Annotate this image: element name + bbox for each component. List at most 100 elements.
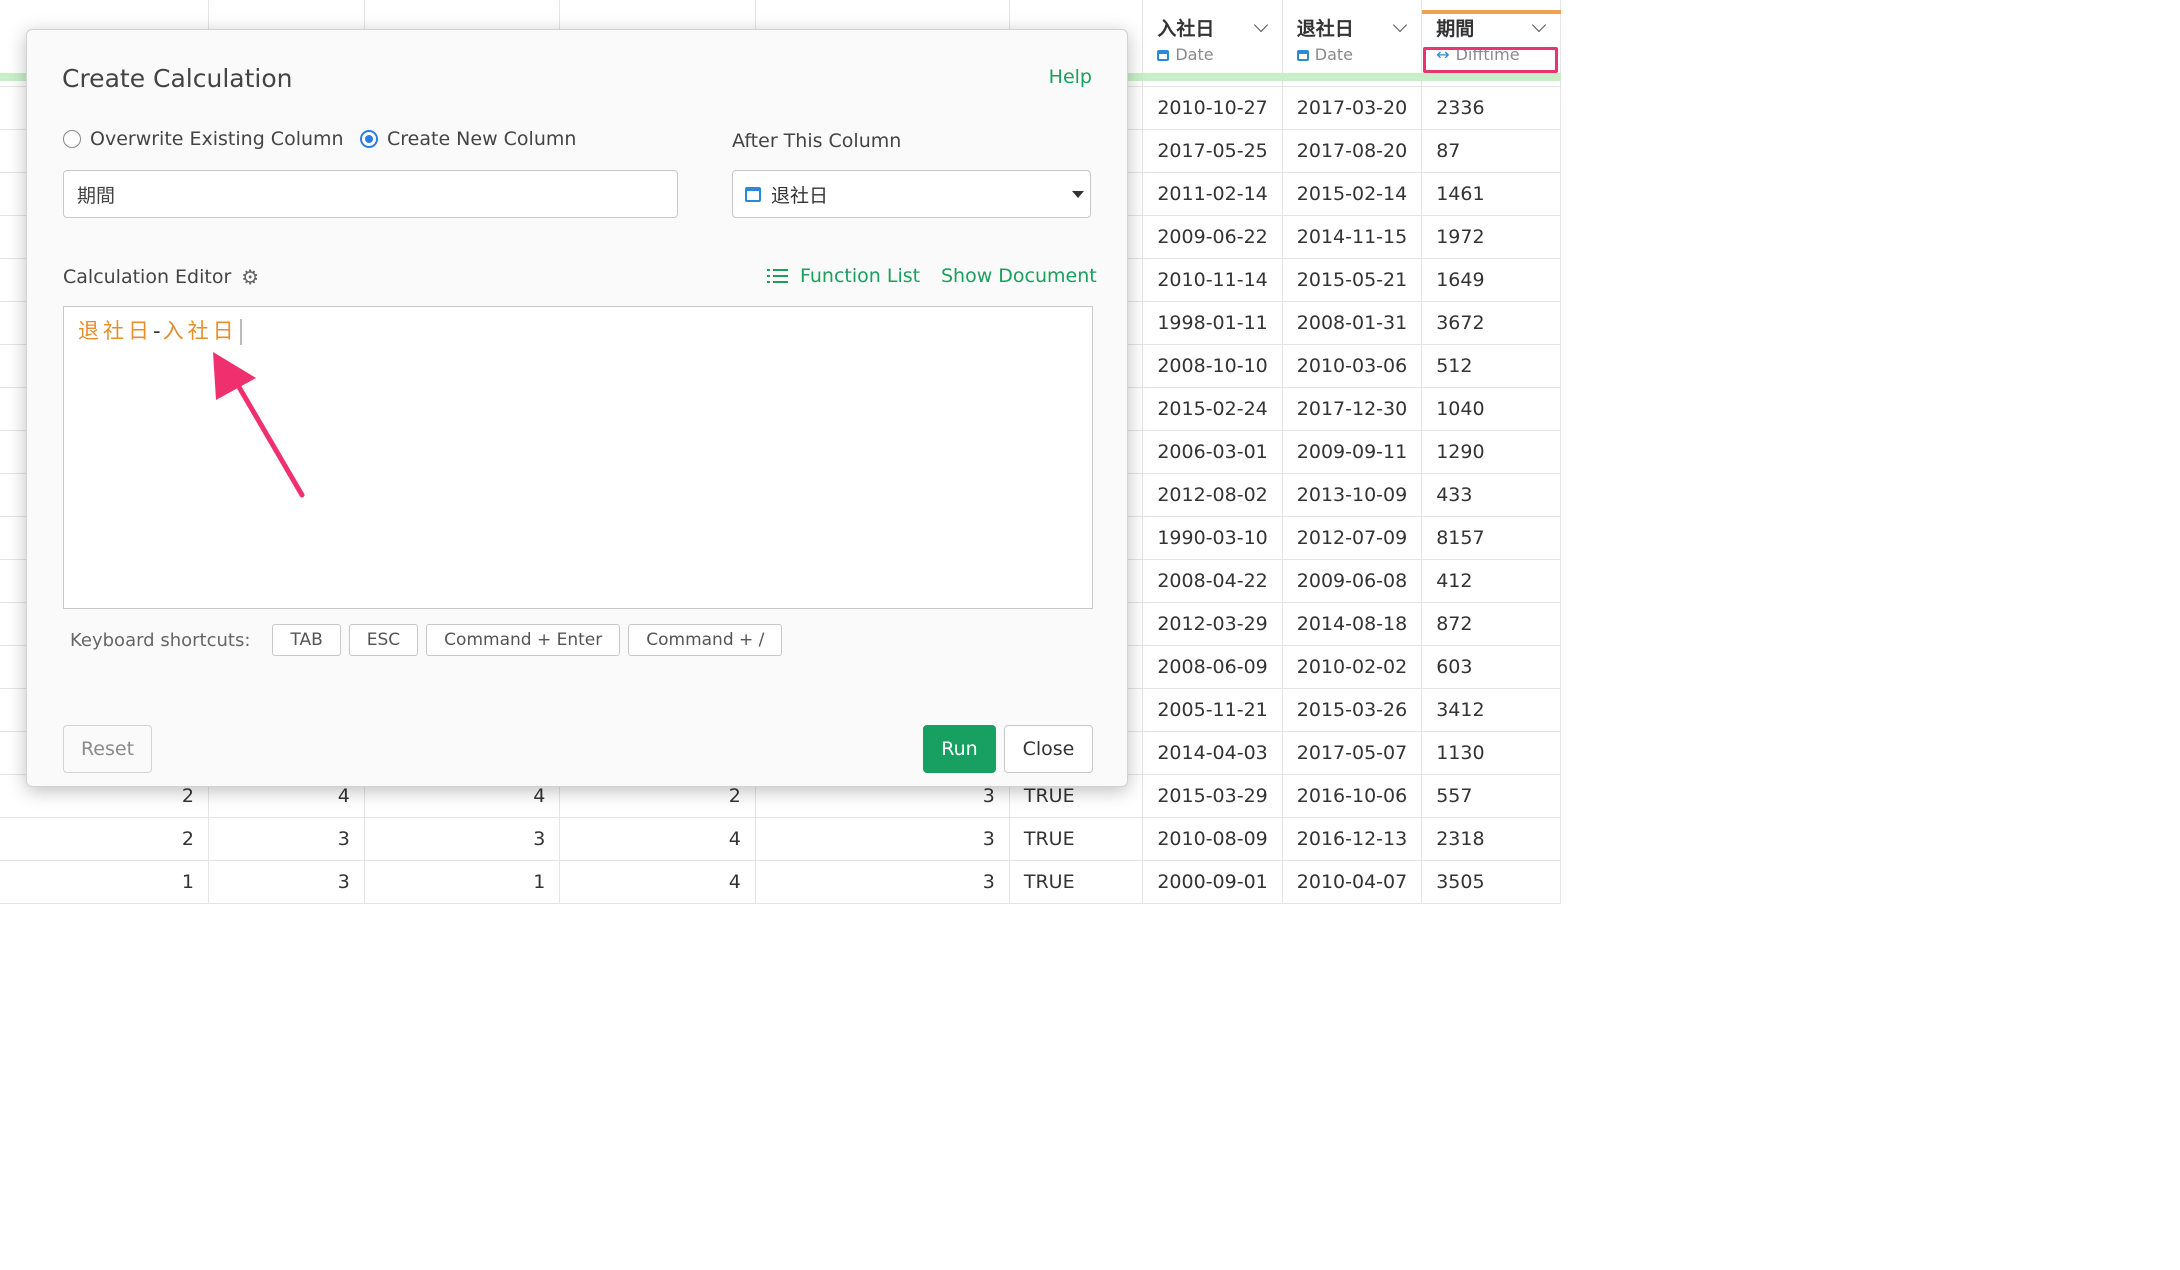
table-cell[interactable]: 412 <box>1421 559 1561 603</box>
table-cell[interactable]: 4 <box>559 817 756 861</box>
table-cell[interactable]: 2017-03-20 <box>1282 86 1423 130</box>
table-cell[interactable]: 2015-05-21 <box>1282 258 1423 302</box>
table-cell[interactable]: 3 <box>364 817 561 861</box>
table-cell[interactable]: 2015-02-24 <box>1142 387 1283 431</box>
table-cell[interactable]: 2009-09-11 <box>1282 430 1423 474</box>
column-header-name: 期間 <box>1436 18 1475 40</box>
table-cell[interactable]: 2015-03-29 <box>1142 774 1283 818</box>
after-column-select[interactable]: 退社日 <box>732 170 1091 218</box>
table-cell[interactable]: 2017-12-30 <box>1282 387 1423 431</box>
table-cell[interactable]: 3 <box>755 860 1010 904</box>
column-type-label: Date <box>1314 45 1354 64</box>
table-cell[interactable]: 3 <box>755 817 1010 861</box>
column-header-name: 退社日 <box>1296 18 1354 40</box>
table-cell[interactable]: 1 <box>0 860 209 904</box>
shortcuts-label: Keyboard shortcuts: <box>70 629 251 651</box>
table-cell[interactable]: 8157 <box>1421 516 1561 560</box>
create-radio[interactable] <box>360 130 378 148</box>
shortcut-tab: TAB <box>272 624 341 656</box>
table-cell[interactable]: 2336 <box>1421 86 1561 130</box>
table-cell[interactable]: 1972 <box>1421 215 1561 259</box>
table-cell[interactable]: 2009-06-08 <box>1282 559 1423 603</box>
table-cell[interactable]: 1998-01-11 <box>1142 301 1283 345</box>
table-cell[interactable]: 512 <box>1421 344 1561 388</box>
table-cell[interactable]: 2010-03-06 <box>1282 344 1423 388</box>
table-cell[interactable]: 2008-06-09 <box>1142 645 1283 689</box>
table-cell[interactable]: 4 <box>559 860 756 904</box>
table-cell[interactable]: 2008-04-22 <box>1142 559 1283 603</box>
shortcut-command-enter: Command + Enter <box>426 624 621 656</box>
table-cell[interactable]: 2005-11-21 <box>1142 688 1283 732</box>
list-icon <box>767 268 788 284</box>
chevron-down-icon[interactable] <box>1532 21 1546 35</box>
calculation-editor[interactable]: 退社日-入社日 <box>63 306 1093 609</box>
calendar-icon <box>1296 50 1309 61</box>
create-column-option[interactable]: Create New Column <box>360 128 576 150</box>
table-cell[interactable]: 2000-09-01 <box>1142 860 1283 904</box>
table-cell[interactable]: 3 <box>208 860 365 904</box>
table-cell[interactable]: 3 <box>208 817 365 861</box>
table-cell[interactable]: 2010-08-09 <box>1142 817 1283 861</box>
table-cell[interactable]: 2017-05-25 <box>1142 129 1283 173</box>
table-cell[interactable]: 3412 <box>1421 688 1561 732</box>
table-cell[interactable]: 1649 <box>1421 258 1561 302</box>
table-cell[interactable]: 2014-08-18 <box>1282 602 1423 646</box>
gear-icon[interactable]: ⚙ <box>241 265 259 289</box>
help-link[interactable]: Help <box>1049 66 1092 88</box>
chevron-down-icon[interactable] <box>1254 21 1268 35</box>
table-cell[interactable]: 2318 <box>1421 817 1561 861</box>
table-cell[interactable]: 2016-10-06 <box>1282 774 1423 818</box>
table-cell[interactable]: 1130 <box>1421 731 1561 775</box>
table-cell[interactable]: TRUE <box>1009 860 1144 904</box>
chevron-down-icon[interactable] <box>1393 21 1407 35</box>
create-radio-label: Create New Column <box>387 128 577 150</box>
table-cell[interactable]: 2016-12-13 <box>1282 817 1423 861</box>
table-cell[interactable]: 2009-06-22 <box>1142 215 1283 259</box>
table-cell[interactable]: 2008-01-31 <box>1282 301 1423 345</box>
function-list-button[interactable]: Function List <box>767 265 920 287</box>
table-cell[interactable]: 1461 <box>1421 172 1561 216</box>
formula-column-right: 入社日 <box>162 319 238 343</box>
table-cell[interactable]: 2012-07-09 <box>1282 516 1423 560</box>
table-cell[interactable]: 2010-10-27 <box>1142 86 1283 130</box>
table-row: 1 3 1 4 3 TRUE 2000-09-01 2010-04-07 3505 <box>0 860 1561 904</box>
table-cell[interactable]: 557 <box>1421 774 1561 818</box>
calendar-icon <box>1157 50 1170 61</box>
table-cell[interactable]: 2017-08-20 <box>1282 129 1423 173</box>
overwrite-column-option[interactable]: Overwrite Existing Column <box>63 128 344 150</box>
table-cell[interactable]: 2010-11-14 <box>1142 258 1283 302</box>
table-cell[interactable]: 2014-11-15 <box>1282 215 1423 259</box>
table-cell[interactable]: TRUE <box>1009 817 1144 861</box>
table-cell[interactable]: 2017-05-07 <box>1282 731 1423 775</box>
close-button[interactable]: Close <box>1004 725 1093 773</box>
overwrite-radio[interactable] <box>63 130 81 148</box>
table-cell[interactable]: 1 <box>364 860 561 904</box>
table-cell[interactable]: 2015-02-14 <box>1282 172 1423 216</box>
table-cell[interactable]: 3505 <box>1421 860 1561 904</box>
table-cell[interactable]: 433 <box>1421 473 1561 517</box>
table-cell[interactable]: 2015-03-26 <box>1282 688 1423 732</box>
reset-button[interactable]: Reset <box>63 725 152 773</box>
table-cell[interactable]: 2010-02-02 <box>1282 645 1423 689</box>
new-column-name-input[interactable] <box>63 170 678 218</box>
table-cell[interactable]: 872 <box>1421 602 1561 646</box>
table-cell[interactable]: 2011-02-14 <box>1142 172 1283 216</box>
table-cell[interactable]: 2006-03-01 <box>1142 430 1283 474</box>
run-button[interactable]: Run <box>923 725 996 773</box>
table-cell[interactable]: 3672 <box>1421 301 1561 345</box>
shortcut-esc: ESC <box>348 624 419 656</box>
table-cell[interactable]: 2012-08-02 <box>1142 473 1283 517</box>
table-cell[interactable]: 87 <box>1421 129 1561 173</box>
table-cell[interactable]: 2008-10-10 <box>1142 344 1283 388</box>
table-cell[interactable]: 1040 <box>1421 387 1561 431</box>
table-cell[interactable]: 603 <box>1421 645 1561 689</box>
after-column-label: After This Column <box>732 130 902 152</box>
table-cell[interactable]: 1290 <box>1421 430 1561 474</box>
table-cell[interactable]: 2014-04-03 <box>1142 731 1283 775</box>
table-cell[interactable]: 2012-03-29 <box>1142 602 1283 646</box>
table-cell[interactable]: 2010-04-07 <box>1282 860 1423 904</box>
table-cell[interactable]: 2013-10-09 <box>1282 473 1423 517</box>
table-cell[interactable]: 1990-03-10 <box>1142 516 1283 560</box>
show-document-link[interactable]: Show Document <box>941 265 1097 287</box>
table-cell[interactable]: 2 <box>0 817 209 861</box>
